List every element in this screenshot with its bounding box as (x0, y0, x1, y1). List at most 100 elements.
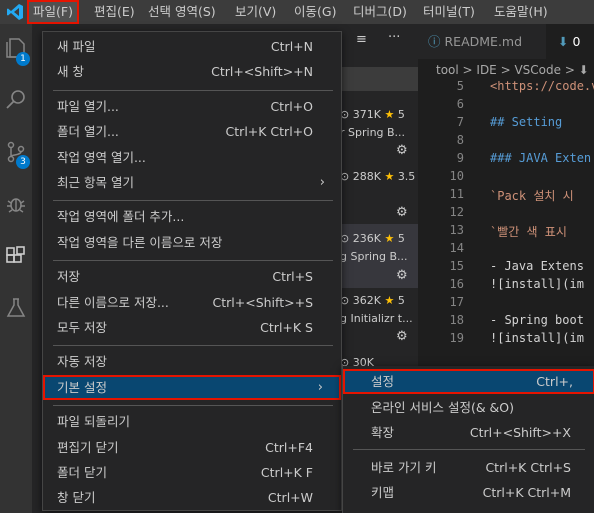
line-number: 7 (456, 115, 464, 129)
menu-terminal[interactable]: 터미널(T) (423, 0, 475, 24)
line-number: 14 (449, 241, 464, 255)
code-line: - Spring boot (490, 313, 584, 327)
menu-item-2-0[interactable]: 작업 영역에 폴더 추가... (43, 204, 341, 229)
menu-item-5-2[interactable]: 폴더 닫기 Ctrl+K F (43, 460, 341, 485)
gear-icon[interactable]: ⚙ (396, 205, 408, 220)
menu-item-shortcut: Ctrl+<Shift>+S (212, 294, 313, 310)
menu-item-3-1[interactable]: 다른 이름으로 저장... Ctrl+<Shift>+S (43, 290, 341, 315)
info-icon: ⓘ (428, 34, 441, 49)
menu-item-label: 새 파일 (57, 39, 96, 54)
more-actions-button[interactable]: ··· (388, 30, 400, 45)
menu-item-5-3[interactable]: 창 닫기 Ctrl+W (43, 485, 341, 510)
gear-icon[interactable]: ⚙ (396, 268, 408, 283)
menu-view[interactable]: 보기(V) (235, 0, 276, 24)
code-line: <https://code.v (490, 81, 594, 93)
line-number: 10 (449, 169, 464, 183)
gear-icon[interactable]: ⚙ (396, 329, 408, 344)
testing-flask-icon[interactable] (4, 296, 28, 320)
preferences-submenu: 설정 Ctrl+, 온라인 서비스 설정(& &O) 확장 Ctrl+<Shift>+X… (342, 366, 594, 513)
menu-item-1-2[interactable]: 작업 영역 열기... (43, 145, 341, 170)
menu-item-0-0[interactable]: 새 파일 Ctrl+N (43, 34, 341, 59)
menu-item-label: 편집기 닫기 (57, 439, 119, 455)
submenu-item-1[interactable]: 온라인 서비스 설정(& &O) (343, 395, 594, 420)
search-icon[interactable] (4, 88, 28, 112)
activity-bar: 1 3 (0, 24, 32, 513)
submenu-item-shortcut: Ctrl+<Shift>+X (469, 425, 571, 440)
menu-selection[interactable]: 선택 영역(S) (148, 0, 216, 24)
menu-item-preferences[interactable]: 기본 설정 › (43, 374, 341, 400)
menu-item-1-1[interactable]: 폴더 열기... Ctrl+K Ctrl+O (43, 119, 341, 144)
menu-item-1-3[interactable]: 최근 항목 열기 › (43, 170, 341, 195)
menu-item-label: 파일 열기... (57, 98, 119, 114)
menu-item-label: 다른 이름으로 저장... (57, 294, 169, 310)
extensions-icon[interactable] (4, 244, 28, 268)
line-number: 12 (449, 205, 464, 219)
menu-separator (53, 260, 333, 262)
menu-separator (53, 89, 333, 91)
menu-item-label: 모두 저장 (57, 320, 107, 335)
code-line: ### JAVA Exten (490, 151, 592, 165)
line-number: 11 (449, 187, 464, 201)
code-line: ![install](im (490, 277, 584, 291)
submenu-item-4[interactable]: 키맵 Ctrl+K Ctrl+M (343, 480, 594, 505)
menu-separator (353, 449, 585, 450)
submenu-item-shortcut: Ctrl+, (536, 374, 573, 389)
menu-item-5-0[interactable]: 파일 되돌리기 (43, 409, 341, 434)
gear-icon[interactable]: ⚙ (396, 143, 408, 158)
submenu-item-label: 바로 가기 키 (371, 460, 437, 475)
menu-item-1-0[interactable]: 파일 열기... Ctrl+O (43, 94, 341, 119)
menu-item-label: 폴더 닫기 (57, 465, 107, 480)
line-number: 8 (456, 133, 464, 147)
menu-separator (53, 200, 333, 202)
menu-item-3-0[interactable]: 저장 Ctrl+S (43, 264, 341, 289)
menu-item-4-0[interactable]: 자동 저장 (43, 349, 341, 374)
menu-item-shortcut: Ctrl+K F (260, 465, 313, 480)
submenu-item-label: 확장 (371, 425, 395, 440)
line-number: 5 (456, 81, 464, 93)
tab-active[interactable]: ⬇ 0 (546, 24, 594, 59)
menu-item-label: 파일 되돌리기 (57, 414, 130, 430)
menu-item-label: 자동 저장 (57, 354, 107, 370)
vscode-logo-icon (7, 4, 23, 20)
menu-edit[interactable]: 편집(E) (94, 0, 135, 24)
download-count: ⊙ 362K ★ 5 (340, 294, 405, 307)
menu-item-0-1[interactable]: 새 창 Ctrl+<Shift>+N (43, 59, 341, 84)
menu-item-shortcut: Ctrl+<Shift>+N (211, 64, 313, 80)
submenu-item-3[interactable]: 바로 가기 키 Ctrl+K Ctrl+S (343, 455, 594, 480)
menu-help[interactable]: 도움말(H) (494, 0, 548, 24)
submenu-item-2[interactable]: 확장 Ctrl+<Shift>+X (343, 420, 594, 445)
menu-item-label: 최근 항목 열기 (57, 175, 134, 190)
debug-icon[interactable] (4, 192, 28, 216)
code-line: - Java Extens (490, 259, 584, 273)
menu-item-label: 창 닫기 (57, 490, 96, 506)
submenu-item-label: 설정 (371, 374, 395, 389)
menu-item-shortcut: Ctrl+K S (260, 320, 313, 335)
menu-item-shortcut: Ctrl+F4 (265, 439, 313, 455)
line-number: 6 (456, 97, 464, 111)
menu-item-shortcut: Ctrl+N (270, 39, 313, 54)
search-extensions-input[interactable] (342, 67, 418, 91)
tab-readme-label: README.md (444, 34, 523, 49)
tab-active-label: 0 (572, 34, 581, 49)
breadcrumb[interactable]: tool > IDE > VSCode > ⬇ (418, 59, 594, 81)
extension-description: g Initializr t... (340, 312, 413, 325)
extension-row-selected[interactable]: ⊙ 236K ★ 5 g Spring B... ⚙ (340, 224, 418, 288)
clear-extensions-icon[interactable]: ≡ (356, 32, 367, 47)
submenu-item-settings[interactable]: 설정 Ctrl+, (343, 369, 594, 394)
download-count: ⊙ 288K ★ 3.5 (340, 170, 416, 183)
menu-item-3-2[interactable]: 모두 저장 Ctrl+K S (43, 315, 341, 340)
menu-item-5-1[interactable]: 편집기 닫기 Ctrl+F4 (43, 435, 341, 460)
line-number: 13 (449, 223, 464, 237)
menu-item-shortcut: Ctrl+W (267, 490, 313, 506)
download-count: ⊙ 236K ★ 5 (340, 232, 405, 245)
menu-separator (53, 345, 333, 347)
menu-item-2-1[interactable]: 작업 영역을 다른 이름으로 저장 (43, 230, 341, 255)
tab-readme[interactable]: ⓘ README.md (428, 24, 522, 59)
line-number: 15 (449, 259, 464, 273)
menu-go[interactable]: 이동(G) (294, 0, 336, 24)
menu-file[interactable]: 파일(F) (27, 0, 79, 24)
extension-description: r Spring B... (340, 126, 406, 139)
menu-debug[interactable]: 디버그(D) (353, 0, 407, 24)
menu-item-shortcut: Ctrl+K Ctrl+O (225, 124, 313, 140)
code-line: ## Setting (490, 115, 563, 129)
